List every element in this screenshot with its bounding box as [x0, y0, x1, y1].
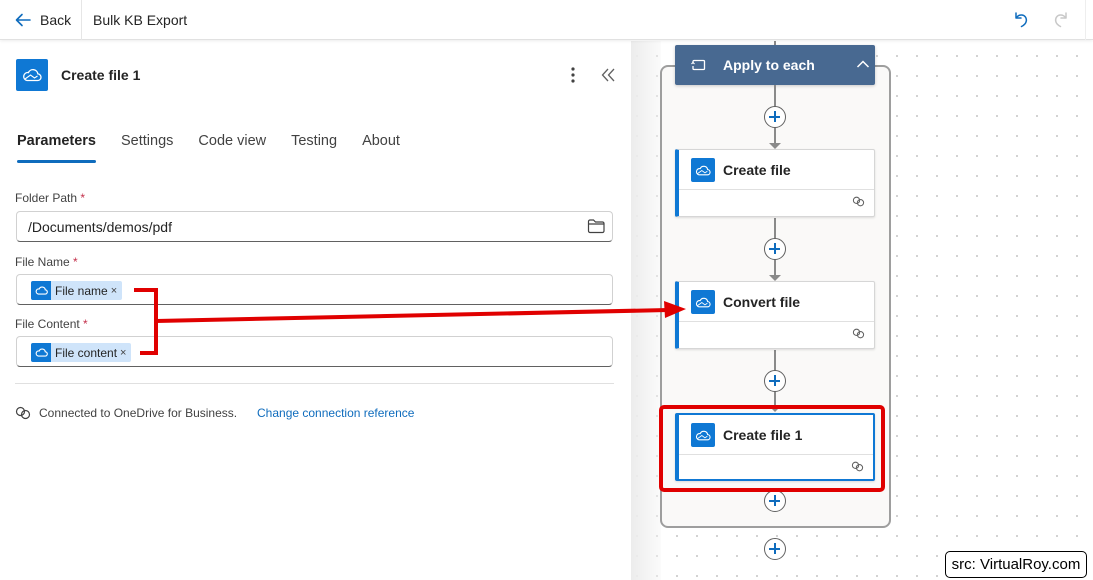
- top-bar: Back Bulk KB Export: [0, 0, 1093, 40]
- label-text: File Content: [15, 317, 80, 331]
- divider: [15, 383, 614, 384]
- chevron-up-icon[interactable]: [856, 58, 870, 70]
- action-title: Convert file: [723, 294, 801, 310]
- flow-name: Bulk KB Export: [93, 12, 188, 28]
- onedrive-cloud-icon: [691, 158, 715, 182]
- file-content-label: File Content *: [15, 317, 88, 331]
- connection-status: Connected to OneDrive for Business.: [15, 406, 237, 420]
- more-options-icon[interactable]: [565, 65, 581, 85]
- required-mark: *: [80, 191, 86, 205]
- action-card-convert-file[interactable]: Convert file: [675, 281, 875, 349]
- tab-settings[interactable]: Settings: [121, 133, 173, 163]
- canvas-edge-shadow: [631, 41, 661, 580]
- loop-icon: [691, 59, 706, 71]
- link-icon: [852, 196, 865, 207]
- arrow-left-icon: [15, 13, 31, 27]
- tab-testing[interactable]: Testing: [291, 133, 337, 163]
- apply-to-each-header[interactable]: Apply to each: [675, 45, 875, 85]
- file-name-input[interactable]: File name ×: [16, 274, 613, 305]
- label-text: Folder Path: [15, 191, 78, 205]
- redo-icon: [1054, 12, 1067, 28]
- divider: [679, 321, 874, 322]
- panel-tabs: Parameters Settings Code view Testing Ab…: [17, 133, 425, 163]
- onedrive-cloud-icon: [691, 290, 715, 314]
- divider: [1085, 0, 1086, 40]
- divider: [81, 0, 82, 40]
- required-mark: *: [73, 255, 78, 269]
- folder-path-value: /Documents/demos/pdf: [28, 219, 172, 235]
- dynamic-content-token[interactable]: File content ×: [31, 343, 132, 362]
- folder-path-input[interactable]: /Documents/demos/pdf: [16, 211, 613, 242]
- insert-step-button[interactable]: [764, 538, 786, 560]
- file-name-label: File Name *: [15, 255, 78, 269]
- label-text: File Name: [15, 255, 70, 269]
- remove-token-icon[interactable]: ×: [120, 347, 126, 359]
- required-mark: *: [83, 317, 88, 331]
- folder-path-label: Folder Path *: [15, 191, 85, 205]
- file-content-input[interactable]: File content ×: [16, 336, 613, 367]
- insert-step-button[interactable]: [764, 238, 786, 260]
- onedrive-cloud-icon: [31, 343, 51, 362]
- onedrive-cloud-icon: [31, 281, 51, 300]
- action-card-create-file[interactable]: Create file: [675, 149, 875, 217]
- divider: [679, 189, 874, 190]
- onedrive-cloud-icon: [16, 59, 48, 91]
- undo-icon[interactable]: [1011, 10, 1031, 30]
- tab-parameters[interactable]: Parameters: [17, 133, 96, 163]
- insert-step-button[interactable]: [764, 106, 786, 128]
- scope-title: Apply to each: [723, 57, 815, 73]
- highlight-box: [659, 405, 885, 492]
- panel-title: Create file 1: [61, 67, 141, 83]
- dynamic-content-token[interactable]: File name ×: [31, 281, 123, 300]
- tab-about[interactable]: About: [362, 133, 400, 163]
- insert-step-button[interactable]: [764, 490, 786, 512]
- token-label: File name: [55, 283, 108, 298]
- source-credit: src: VirtualRoy.com: [945, 551, 1087, 578]
- change-connection-link[interactable]: Change connection reference: [257, 406, 414, 420]
- back-label: Back: [40, 12, 72, 28]
- connection-status-text: Connected to OneDrive for Business.: [39, 406, 238, 420]
- remove-token-icon[interactable]: ×: [111, 285, 117, 297]
- tab-code-view[interactable]: Code view: [198, 133, 266, 163]
- token-label: File content: [55, 345, 118, 360]
- action-details-panel: Create file 1 Parameters Settings Code v…: [0, 41, 631, 580]
- insert-step-button[interactable]: [764, 370, 786, 392]
- collapse-panel-icon[interactable]: [599, 65, 619, 85]
- back-button[interactable]: Back: [14, 9, 71, 31]
- folder-icon[interactable]: [587, 218, 605, 234]
- link-icon: [15, 406, 31, 420]
- action-title: Create file: [723, 162, 791, 178]
- link-icon: [852, 328, 865, 339]
